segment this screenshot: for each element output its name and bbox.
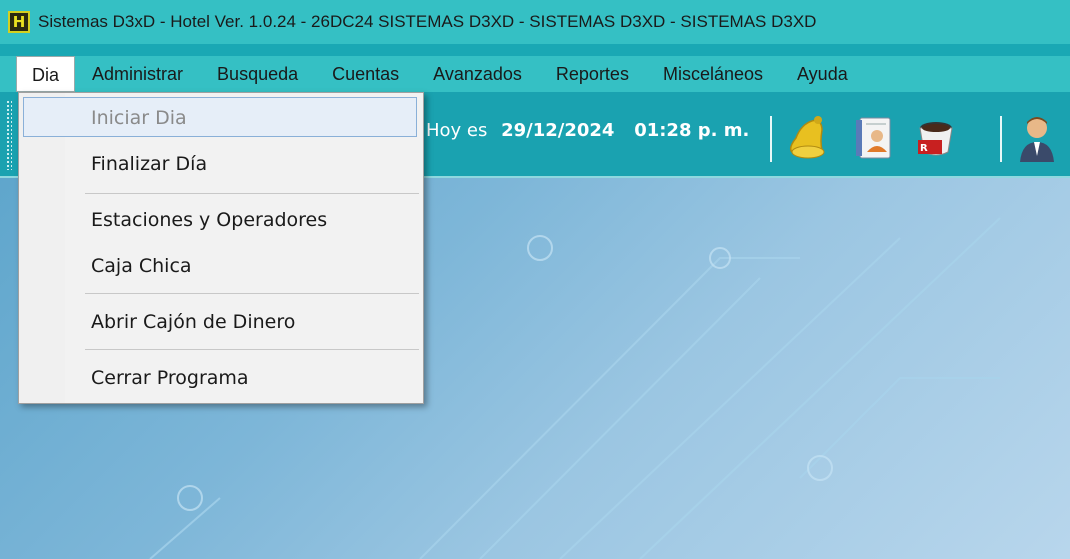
- time-value: 01:28 p. m.: [634, 120, 750, 141]
- menu-busqueda[interactable]: Busqueda: [200, 56, 315, 92]
- svg-text:R: R: [920, 143, 928, 154]
- menu-bar: Dia Administrar Busqueda Cuentas Avanzad…: [0, 56, 1070, 92]
- window-title: Sistemas D3xD - Hotel Ver. 1.0.24 - 26DC…: [38, 12, 817, 31]
- menu-item-highlight: [23, 97, 417, 137]
- bell-icon[interactable]: [782, 112, 832, 164]
- menu-item-cerrar-programa[interactable]: Cerrar Programa: [91, 367, 249, 389]
- menu-reportes[interactable]: Reportes: [539, 56, 646, 92]
- menu-item-caja-chica[interactable]: Caja Chica: [91, 255, 192, 277]
- menu-item-finalizar-dia[interactable]: Finalizar Día: [91, 153, 207, 175]
- toolbar-separator: [1000, 116, 1002, 162]
- app-logo-icon: H: [8, 11, 30, 33]
- toolbar-grip-handle[interactable]: [6, 100, 12, 170]
- menu-cuentas[interactable]: Cuentas: [315, 56, 416, 92]
- date-prefix: Hoy es: [426, 120, 488, 141]
- menu-separator: [85, 349, 419, 350]
- date-value: 29/12/2024: [501, 120, 615, 141]
- user-avatar-icon[interactable]: [1012, 112, 1062, 164]
- coffee-cup-icon[interactable]: R: [910, 112, 960, 164]
- menu-administrar[interactable]: Administrar: [75, 56, 200, 92]
- toolbar-separator: [770, 116, 772, 162]
- menu-dia[interactable]: Dia: [16, 56, 76, 92]
- dia-dropdown-menu: Iniciar Dia Finalizar Día Estaciones y O…: [18, 92, 424, 404]
- title-bar: H Sistemas D3xD - Hotel Ver. 1.0.24 - 26…: [0, 0, 1070, 44]
- menu-miscelaneos[interactable]: Misceláneos: [646, 56, 780, 92]
- menu-item-abrir-cajon-dinero[interactable]: Abrir Cajón de Dinero: [91, 311, 295, 333]
- menu-item-iniciar-dia[interactable]: Iniciar Dia: [91, 107, 187, 129]
- menu-icon-gutter: [19, 93, 65, 403]
- menu-avanzados[interactable]: Avanzados: [416, 56, 539, 92]
- current-datetime: Hoy es 29/12/2024 01:28 p. m.: [426, 120, 749, 141]
- contacts-notebook-icon[interactable]: [848, 112, 898, 164]
- menu-separator: [85, 293, 419, 294]
- menu-ayuda[interactable]: Ayuda: [780, 56, 865, 92]
- menu-item-estaciones-operadores[interactable]: Estaciones y Operadores: [91, 209, 327, 231]
- menu-separator: [85, 193, 419, 194]
